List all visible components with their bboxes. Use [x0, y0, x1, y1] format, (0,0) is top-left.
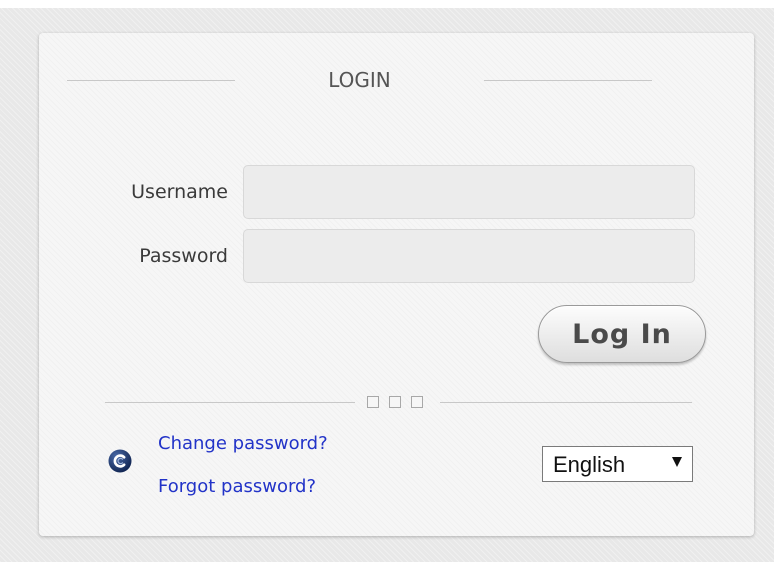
change-password-link[interactable]: Change password?: [158, 433, 328, 454]
title-divider-right: [484, 80, 652, 81]
password-input[interactable]: [243, 229, 695, 283]
login-button[interactable]: Log In: [538, 305, 706, 363]
username-input[interactable]: [243, 165, 695, 219]
brand-logo-icon: [108, 449, 132, 473]
username-label: Username: [131, 181, 228, 203]
section-divider-right: [440, 402, 692, 403]
divider-square: [367, 396, 379, 408]
divider-squares-icon: [365, 396, 430, 410]
password-label: Password: [139, 245, 228, 267]
forgot-password-link[interactable]: Forgot password?: [158, 476, 316, 497]
top-strip: [0, 0, 774, 8]
title-divider-left: [67, 80, 235, 81]
language-select[interactable]: English: [542, 446, 693, 482]
login-title-row: LOGIN: [67, 62, 652, 98]
language-selected-value: English: [553, 452, 626, 477]
divider-square: [389, 396, 401, 408]
page-title: LOGIN: [328, 68, 391, 92]
divider-square: [411, 396, 423, 408]
section-divider-left: [105, 402, 355, 403]
chevron-down-icon: [672, 457, 682, 467]
